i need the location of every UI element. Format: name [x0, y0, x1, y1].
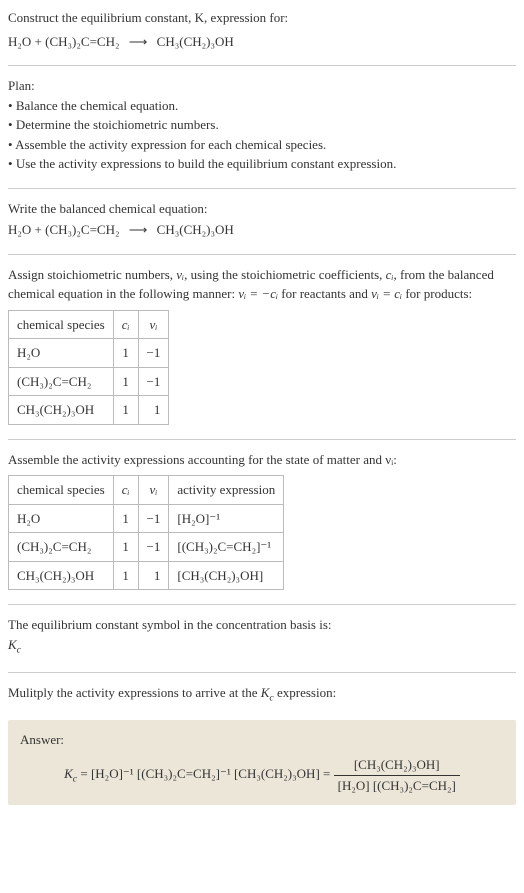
plan-item: Assemble the activity expression for eac… [8, 135, 516, 155]
answer-label: Answer: [20, 730, 504, 750]
cell-species: (CH₃)₂C=CH₂ [9, 533, 114, 562]
col-activity: activity expression [169, 476, 284, 505]
multiply-section: Mulitply the activity expressions to arr… [8, 683, 516, 706]
stoich-table: chemical species cᵢ νᵢ H₂O 1 −1 (CH₃)₂C=… [8, 310, 169, 425]
cell-nui: −1 [138, 504, 169, 533]
col-species: chemical species [9, 310, 114, 339]
intro-section: Construct the equilibrium constant, K, e… [8, 8, 516, 51]
stoich-section: Assign stoichiometric numbers, νᵢ, using… [8, 265, 516, 425]
divider [8, 604, 516, 605]
answer-box: Answer: Kc = [H₂O]⁻¹ [(CH₃)₂C=CH₂]⁻¹ [CH… [8, 720, 516, 806]
answer-equation: Kc = [H₂O]⁻¹ [(CH₃)₂C=CH₂]⁻¹ [CH₃(CH₂)₃O… [20, 755, 504, 795]
divider [8, 672, 516, 673]
balanced-title: Write the balanced chemical equation: [8, 199, 516, 219]
fraction-numerator: [CH₃(CH₂)₃OH] [334, 755, 460, 775]
cell-ci: 1 [113, 504, 138, 533]
cell-activity: [H₂O]⁻¹ [169, 504, 284, 533]
cell-ci: 1 [113, 561, 138, 590]
kc-symbol: Kc [8, 635, 516, 658]
divider [8, 254, 516, 255]
reaction-arrow-icon: ⟶ [123, 220, 154, 240]
divider [8, 65, 516, 66]
cell-ci: 1 [113, 367, 138, 396]
eq-lhs: H₂O + (CH₃)₂C=CH₂ [8, 34, 120, 49]
desc-text: for products: [402, 286, 472, 301]
cell-species: (CH₃)₂C=CH₂ [9, 367, 114, 396]
balanced-section: Write the balanced chemical equation: H₂… [8, 199, 516, 240]
cell-activity: [CH₃(CH₂)₃OH] [169, 561, 284, 590]
activity-table: chemical species cᵢ νᵢ activity expressi… [8, 475, 284, 590]
cell-nui: 1 [138, 561, 169, 590]
plan-title: Plan: [8, 76, 516, 96]
symbol-text: The equilibrium constant symbol in the c… [8, 615, 516, 635]
cell-species: CH₃(CH₂)₃OH [9, 396, 114, 425]
plan-item: Balance the chemical equation. [8, 96, 516, 116]
cell-species: H₂O [9, 339, 114, 368]
intro-equation: H₂O + (CH₃)₂C=CH₂ ⟶ CH₃(CH₂)₃OH [8, 32, 516, 52]
table-row: (CH₃)₂C=CH₂ 1 −1 [(CH₃)₂C=CH₂]⁻¹ [9, 533, 284, 562]
col-ci: cᵢ [113, 310, 138, 339]
rel1: νᵢ = −cᵢ [238, 286, 278, 301]
table-header-row: chemical species cᵢ νᵢ [9, 310, 169, 339]
activity-section: Assemble the activity expressions accoun… [8, 450, 516, 591]
kc-inline: Kc [261, 685, 274, 700]
table-header-row: chemical species cᵢ νᵢ activity expressi… [9, 476, 284, 505]
col-ci: cᵢ [113, 476, 138, 505]
cell-species: H₂O [9, 504, 114, 533]
divider [8, 439, 516, 440]
plan-list: Balance the chemical equation. Determine… [8, 96, 516, 174]
balanced-equation: H₂O + (CH₃)₂C=CH₂ ⟶ CH₃(CH₂)₃OH [8, 220, 516, 240]
desc-text: Assign stoichiometric numbers, [8, 267, 176, 282]
plan-item: Determine the stoichiometric numbers. [8, 115, 516, 135]
eq-mid: = [H₂O]⁻¹ [(CH₃)₂C=CH₂]⁻¹ [CH₃(CH₂)₃OH] … [77, 766, 334, 781]
table-row: CH₃(CH₂)₃OH 1 1 [9, 396, 169, 425]
eq-rhs: CH₃(CH₂)₃OH [157, 222, 234, 237]
symbol-section: The equilibrium constant symbol in the c… [8, 615, 516, 658]
cell-ci: 1 [113, 533, 138, 562]
eq-rhs: CH₃(CH₂)₃OH [157, 34, 234, 49]
fraction-denominator: [H₂O] [(CH₃)₂C=CH₂] [334, 775, 460, 796]
desc-text: for reactants and [278, 286, 371, 301]
table-row: (CH₃)₂C=CH₂ 1 −1 [9, 367, 169, 396]
construct-text: Construct the equilibrium constant, K, e… [8, 8, 516, 28]
cell-activity: [(CH₃)₂C=CH₂]⁻¹ [169, 533, 284, 562]
rel2: νᵢ = cᵢ [371, 286, 402, 301]
cell-nui: −1 [138, 367, 169, 396]
col-nui: νᵢ [138, 310, 169, 339]
cell-species: CH₃(CH₂)₃OH [9, 561, 114, 590]
plan-section: Plan: Balance the chemical equation. Det… [8, 76, 516, 174]
kc-symbol: Kc [64, 766, 77, 781]
multiply-text2: expression: [274, 685, 336, 700]
cell-nui: 1 [138, 396, 169, 425]
table-row: H₂O 1 −1 [9, 339, 169, 368]
plan-item: Use the activity expressions to build th… [8, 154, 516, 174]
divider [8, 188, 516, 189]
stoich-desc: Assign stoichiometric numbers, νᵢ, using… [8, 265, 516, 304]
activity-title: Assemble the activity expressions accoun… [8, 450, 516, 470]
nu-i: νᵢ [176, 267, 184, 282]
eq-lhs: H₂O + (CH₃)₂C=CH₂ [8, 222, 120, 237]
multiply-text: Mulitply the activity expressions to arr… [8, 685, 261, 700]
table-row: CH₃(CH₂)₃OH 1 1 [CH₃(CH₂)₃OH] [9, 561, 284, 590]
col-nui: νᵢ [138, 476, 169, 505]
desc-text: , using the stoichiometric coefficients, [184, 267, 386, 282]
col-species: chemical species [9, 476, 114, 505]
cell-ci: 1 [113, 396, 138, 425]
c-i: cᵢ [386, 267, 394, 282]
cell-nui: −1 [138, 533, 169, 562]
cell-nui: −1 [138, 339, 169, 368]
fraction: [CH₃(CH₂)₃OH] [H₂O] [(CH₃)₂C=CH₂] [334, 755, 460, 795]
reaction-arrow-icon: ⟶ [123, 32, 154, 52]
table-row: H₂O 1 −1 [H₂O]⁻¹ [9, 504, 284, 533]
cell-ci: 1 [113, 339, 138, 368]
